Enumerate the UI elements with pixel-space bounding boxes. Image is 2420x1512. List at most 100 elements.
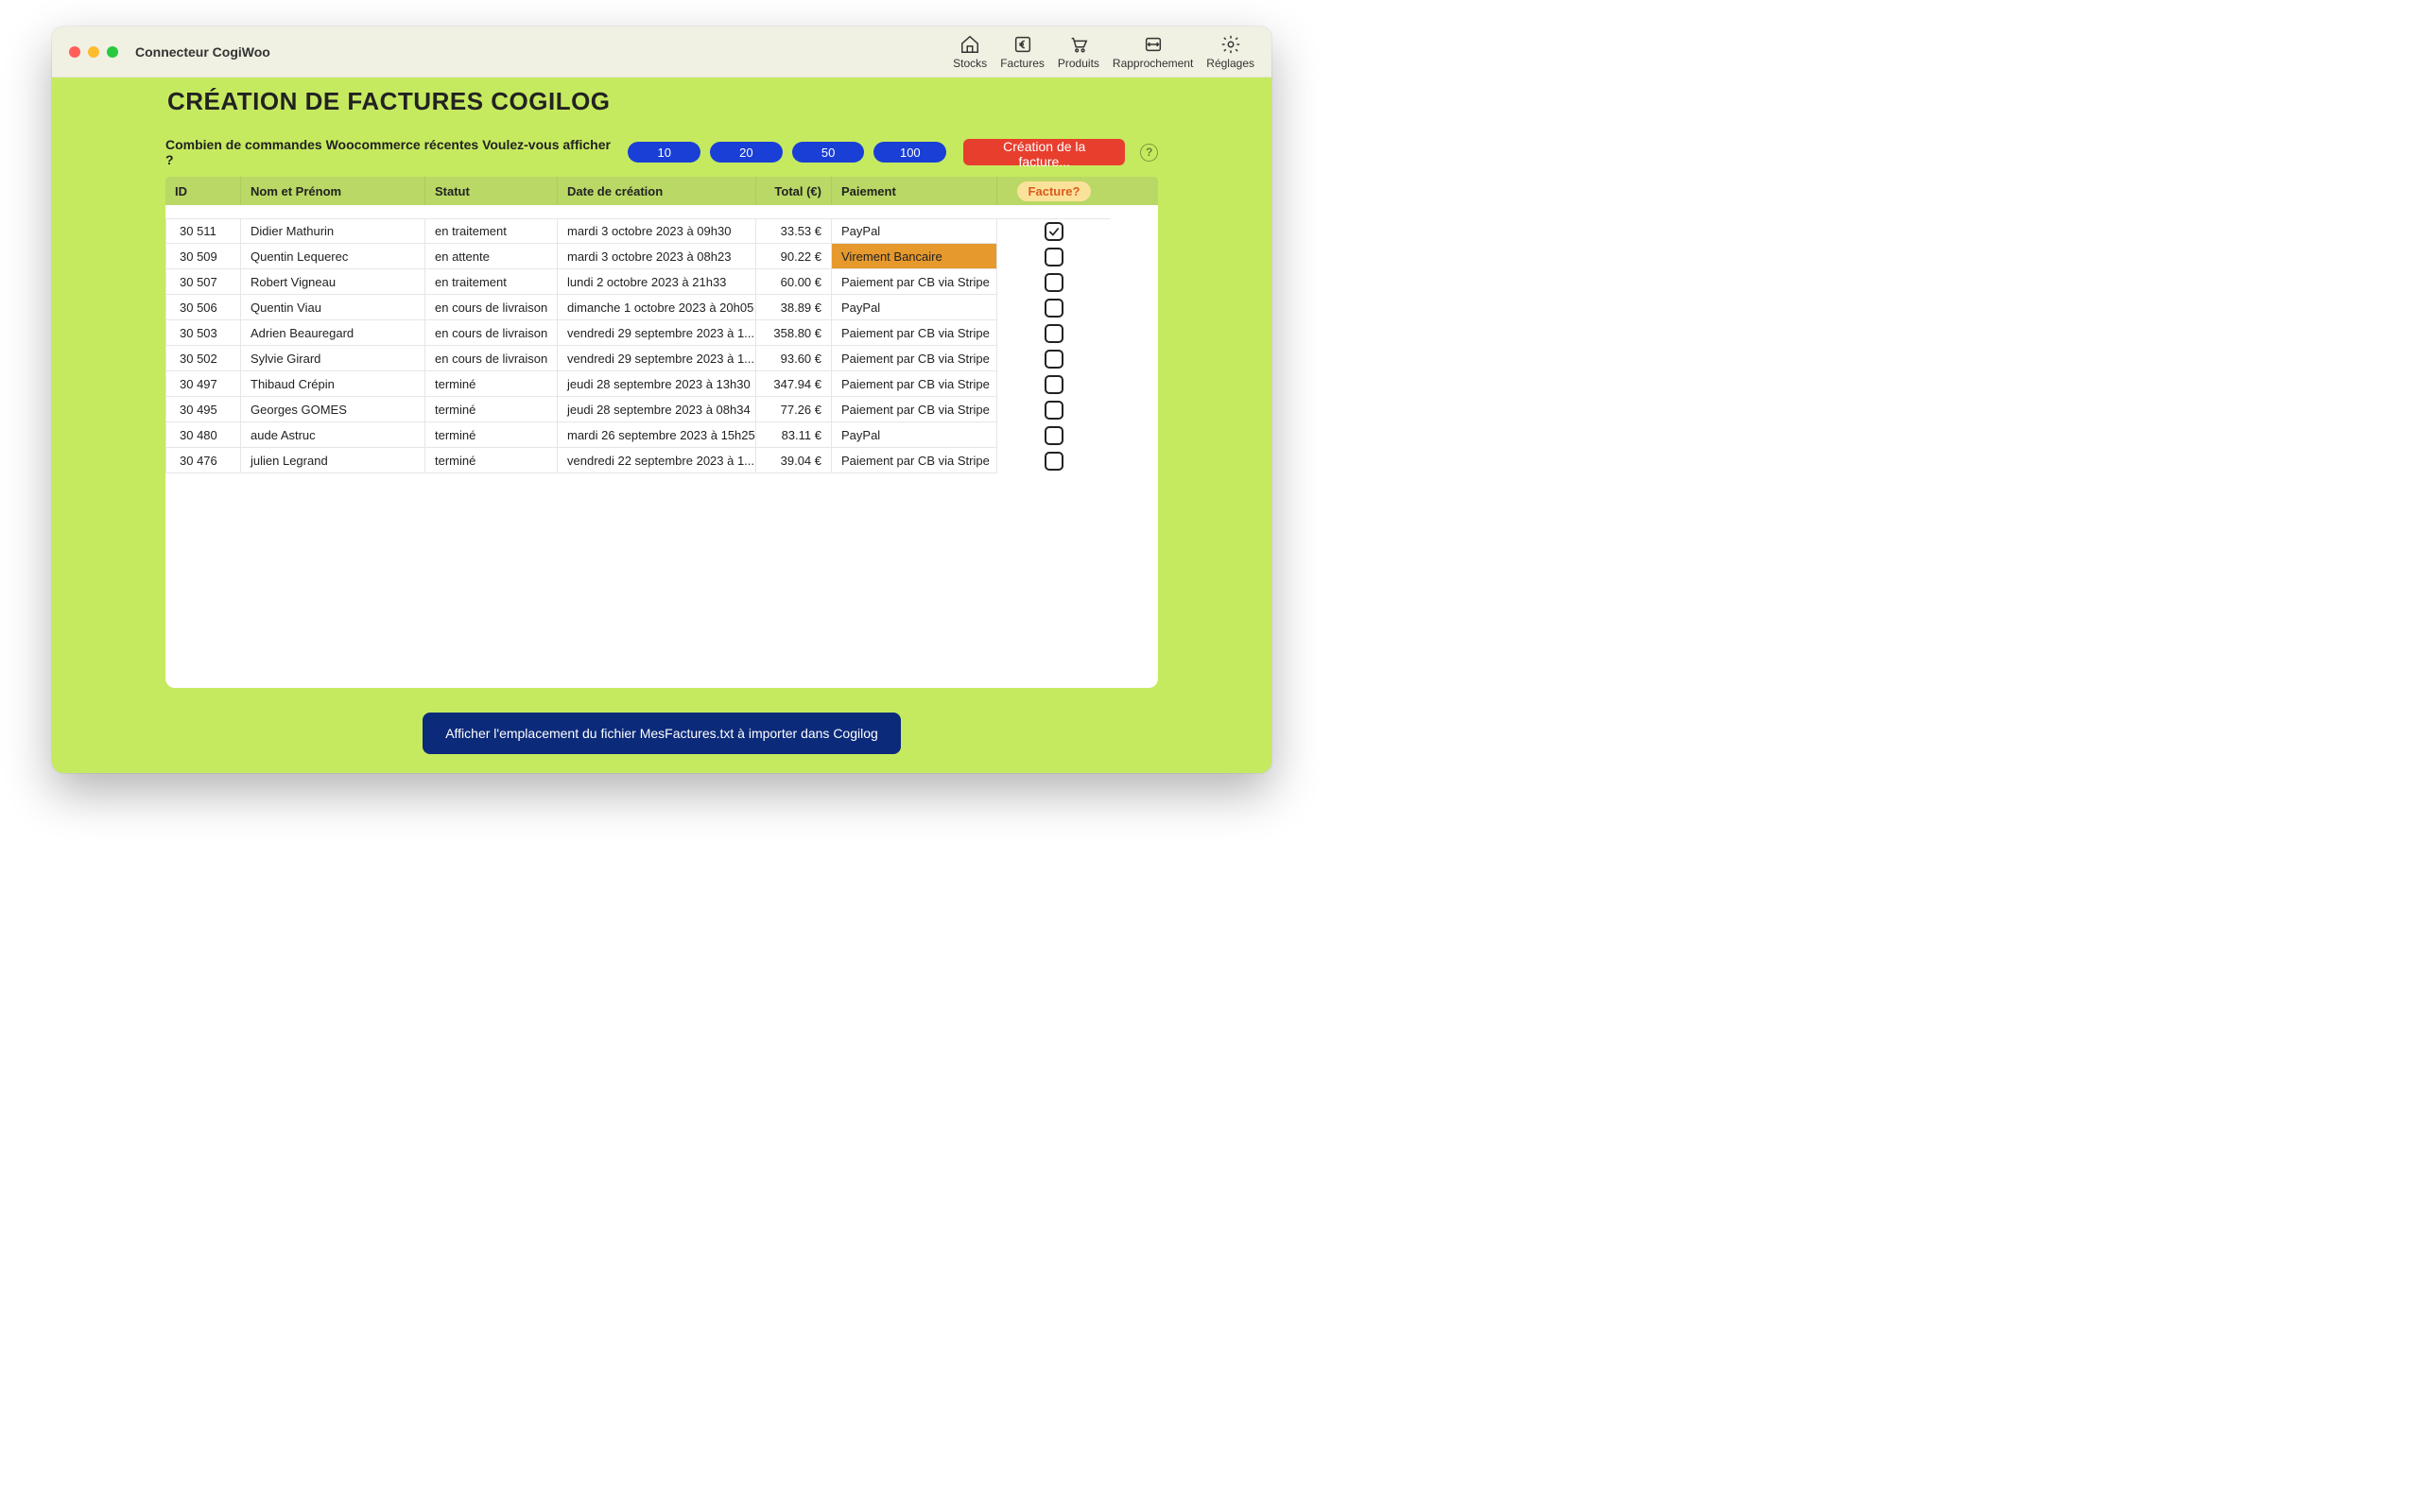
- cell-paiement: Paiement par CB via Stripe: [832, 371, 997, 397]
- cell-date: vendredi 29 septembre 2023 à 1...: [558, 346, 756, 371]
- orders-table: ID Nom et Prénom Statut Date de création…: [165, 177, 1158, 688]
- col-nom[interactable]: Nom et Prénom: [241, 177, 425, 205]
- minimize-icon[interactable]: [88, 46, 99, 58]
- table-row[interactable]: 30 507Robert Vigneauen traitementlundi 2…: [165, 269, 1158, 295]
- cell-paiement: PayPal: [832, 422, 997, 448]
- cell-id: 30 495: [165, 397, 241, 422]
- table-row[interactable]: 30 480aude Astructerminémardi 26 septemb…: [165, 422, 1158, 448]
- table-row[interactable]: 30 506Quentin Viauen cours de livraisond…: [165, 295, 1158, 320]
- facture-checkbox[interactable]: [1045, 401, 1063, 420]
- cell-facture: [997, 397, 1111, 422]
- cell-date: jeudi 28 septembre 2023 à 08h34: [558, 397, 756, 422]
- cell-id: 30 480: [165, 422, 241, 448]
- euro-icon: [1012, 34, 1033, 55]
- table-row[interactable]: 30 476julien Legrandterminévendredi 22 s…: [165, 448, 1158, 473]
- cell-id: 30 511: [165, 218, 241, 244]
- nav-rapprochement-label: Rapprochement: [1113, 57, 1193, 70]
- cell-total: 358.80 €: [756, 320, 832, 346]
- cell-facture: [997, 371, 1111, 397]
- facture-checkbox[interactable]: [1045, 426, 1063, 445]
- cell-statut: en attente: [425, 244, 558, 269]
- cell-date: mardi 26 septembre 2023 à 15h25: [558, 422, 756, 448]
- count-10-button[interactable]: 10: [628, 142, 700, 163]
- help-icon[interactable]: ?: [1140, 144, 1158, 162]
- facture-checkbox[interactable]: [1045, 375, 1063, 394]
- nav-produits[interactable]: Produits: [1058, 34, 1099, 70]
- cell-statut: terminé: [425, 371, 558, 397]
- window-controls: [69, 46, 118, 58]
- cell-date: lundi 2 octobre 2023 à 21h33: [558, 269, 756, 295]
- maximize-icon[interactable]: [107, 46, 118, 58]
- cell-paiement: PayPal: [832, 218, 997, 244]
- app-window: Connecteur CogiWoo Stocks Factures Produ…: [52, 26, 1271, 773]
- table-row[interactable]: 30 497Thibaud Crépinterminéjeudi 28 sept…: [165, 371, 1158, 397]
- show-file-location-button[interactable]: Afficher l'emplacement du fichier MesFac…: [423, 713, 901, 754]
- col-date[interactable]: Date de création: [558, 177, 756, 205]
- gear-icon: [1220, 34, 1241, 55]
- col-statut[interactable]: Statut: [425, 177, 558, 205]
- cell-total: 90.22 €: [756, 244, 832, 269]
- cell-total: 83.11 €: [756, 422, 832, 448]
- nav-factures[interactable]: Factures: [1000, 34, 1045, 70]
- cell-date: mardi 3 octobre 2023 à 08h23: [558, 244, 756, 269]
- cell-paiement: Paiement par CB via Stripe: [832, 269, 997, 295]
- facture-checkbox[interactable]: [1045, 248, 1063, 266]
- cell-total: 39.04 €: [756, 448, 832, 473]
- nav-reglages-label: Réglages: [1206, 57, 1254, 70]
- facture-checkbox[interactable]: [1045, 299, 1063, 318]
- count-50-button[interactable]: 50: [792, 142, 865, 163]
- facture-checkbox[interactable]: [1045, 222, 1063, 241]
- cell-statut: en traitement: [425, 218, 558, 244]
- col-total[interactable]: Total (€): [756, 177, 832, 205]
- cell-facture: [997, 269, 1111, 295]
- cell-paiement: Paiement par CB via Stripe: [832, 448, 997, 473]
- table-row[interactable]: 30 509Quentin Lequerecen attentemardi 3 …: [165, 244, 1158, 269]
- col-facture[interactable]: Facture?: [997, 177, 1111, 205]
- nav-stocks[interactable]: Stocks: [953, 34, 987, 70]
- nav-reglages[interactable]: Réglages: [1206, 34, 1254, 70]
- cell-statut: en cours de livraison: [425, 295, 558, 320]
- cell-facture: [997, 448, 1111, 473]
- count-100-button[interactable]: 100: [873, 142, 946, 163]
- cell-nom: Quentin Viau: [241, 295, 425, 320]
- cell-paiement: Paiement par CB via Stripe: [832, 397, 997, 422]
- cell-date: vendredi 22 septembre 2023 à 1...: [558, 448, 756, 473]
- facture-checkbox[interactable]: [1045, 452, 1063, 471]
- cell-statut: terminé: [425, 397, 558, 422]
- table-row[interactable]: 30 495Georges GOMESterminéjeudi 28 septe…: [165, 397, 1158, 422]
- cell-total: 93.60 €: [756, 346, 832, 371]
- cell-paiement: PayPal: [832, 295, 997, 320]
- titlebar: Connecteur CogiWoo Stocks Factures Produ…: [52, 26, 1271, 77]
- table-row[interactable]: 30 503Adrien Beauregarden cours de livra…: [165, 320, 1158, 346]
- cell-total: 77.26 €: [756, 397, 832, 422]
- cell-paiement: Virement Bancaire: [832, 244, 997, 269]
- nav-rapprochement[interactable]: Rapprochement: [1113, 34, 1193, 70]
- col-paiement[interactable]: Paiement: [832, 177, 997, 205]
- facture-checkbox[interactable]: [1045, 273, 1063, 292]
- footer: Afficher l'emplacement du fichier MesFac…: [165, 688, 1158, 754]
- cell-id: 30 502: [165, 346, 241, 371]
- cell-date: dimanche 1 octobre 2023 à 20h05: [558, 295, 756, 320]
- facture-badge: Facture?: [1017, 181, 1092, 201]
- create-invoice-button[interactable]: Création de la facture...: [963, 139, 1125, 165]
- cell-id: 30 476: [165, 448, 241, 473]
- cell-statut: terminé: [425, 448, 558, 473]
- close-icon[interactable]: [69, 46, 80, 58]
- cell-id: 30 506: [165, 295, 241, 320]
- swap-icon: [1143, 34, 1164, 55]
- content-area: CRÉATION DE FACTURES COGILOG Combien de …: [52, 77, 1271, 773]
- cell-statut: terminé: [425, 422, 558, 448]
- facture-checkbox[interactable]: [1045, 324, 1063, 343]
- toolbar-label: Combien de commandes Woocommerce récente…: [165, 137, 614, 167]
- cell-nom: Robert Vigneau: [241, 269, 425, 295]
- app-title: Connecteur CogiWoo: [135, 44, 270, 60]
- count-20-button[interactable]: 20: [710, 142, 783, 163]
- col-id[interactable]: ID: [165, 177, 241, 205]
- table-row[interactable]: 30 511Didier Mathurinen traitementmardi …: [165, 218, 1158, 244]
- table-row[interactable]: 30 502Sylvie Girarden cours de livraison…: [165, 346, 1158, 371]
- cell-facture: [997, 244, 1111, 269]
- cell-facture: [997, 422, 1111, 448]
- facture-checkbox[interactable]: [1045, 350, 1063, 369]
- top-nav: Stocks Factures Produits Rapprochement R…: [953, 34, 1254, 70]
- cell-facture: [997, 295, 1111, 320]
